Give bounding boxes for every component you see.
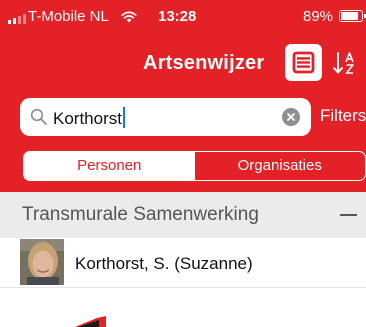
wifi-icon: [121, 11, 137, 23]
page-title: Artsenwijzer: [143, 52, 265, 74]
sort-button[interactable]: [330, 44, 362, 81]
search-field[interactable]: Korthorst: [20, 98, 311, 136]
battery-icon: [339, 10, 366, 22]
search-query-text: Korthorst: [53, 109, 122, 128]
clock: 13:28: [158, 8, 197, 25]
tab-personen[interactable]: Personen: [24, 152, 195, 180]
logo-fragment: [75, 316, 106, 327]
sort-az-icon: [333, 52, 354, 74]
carrier-name: T-Mobile NL: [28, 8, 109, 25]
list-item[interactable]: Korthorst, S. (Suzanne): [0, 238, 366, 288]
clear-search-button[interactable]: [282, 108, 300, 126]
avatar: [20, 239, 64, 285]
minus-icon[interactable]: [340, 214, 357, 216]
clear-icon: [287, 113, 295, 121]
battery-percentage: 89%: [303, 8, 334, 25]
text-cursor: [122, 107, 125, 128]
section-header[interactable]: Transmurale Samenwerking: [0, 192, 366, 238]
search-input[interactable]: Korthorst: [53, 107, 125, 129]
menu-list-button[interactable]: [285, 44, 322, 81]
search-icon: [30, 108, 47, 125]
section-title: Transmurale Samenwerking: [22, 204, 259, 225]
person-name: Korthorst, S. (Suzanne): [75, 254, 253, 273]
signal-bars-icon: [8, 13, 26, 24]
filters-button[interactable]: Filters: [320, 106, 366, 126]
segmented-control: Personen Organisaties: [23, 151, 366, 181]
menu-list-icon: [292, 51, 315, 74]
status-bar: T-Mobile NL 13:28 89%: [0, 0, 366, 30]
tab-organisaties[interactable]: Organisaties: [195, 152, 366, 180]
